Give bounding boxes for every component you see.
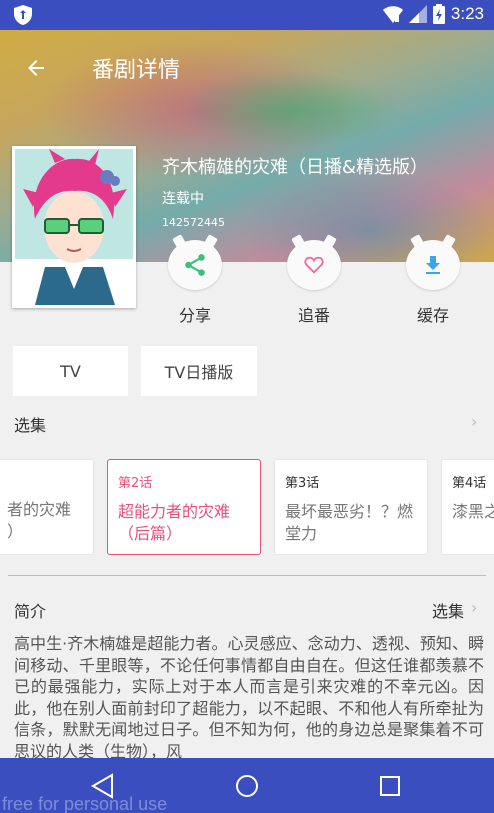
chevron-right-icon[interactable]: › [471,412,477,431]
clock: 3:23 [450,4,484,23]
shield-icon [14,5,32,25]
nav-recents-button[interactable] [374,770,406,802]
intro-title: 简介 [14,602,47,621]
download-button[interactable]: 缓存 [403,240,463,326]
episode-number: 第2话 [118,476,153,491]
episode-card[interactable]: 者的灾难 ） [0,459,94,555]
arrow-left-icon [28,60,44,76]
signal-icon [408,5,427,23]
episode-number: 第4话 [452,476,487,491]
anime-title: 齐木楠雄的灾难（日播&精选版） [162,157,429,178]
wifi-icon [382,6,403,23]
episode-card[interactable]: 第3话 最坏最恶劣！？燃 堂力 [274,459,428,555]
episode-name: 漆黑之 [452,502,494,521]
cover-illustration [15,149,133,305]
square-recents-icon [380,776,400,796]
status-bar: 3:23 [0,0,494,30]
episode-name: 者的灾难 ） [7,500,72,541]
share-icon [185,254,205,276]
nav-home-button[interactable] [231,770,263,802]
episode-list[interactable]: 者的灾难 ） 第2话 超能力者的灾难 （后篇） 第3话 最坏最恶劣！？燃 堂力 … [0,459,494,555]
battery-icon [432,4,445,24]
version-chip-tv[interactable]: TV [13,346,128,396]
watermark: free for personal use [2,794,168,813]
episode-name: 超能力者的灾难 （后篇） [118,502,231,543]
episode-card-active[interactable]: 第2话 超能力者的灾难 （后篇） [107,459,261,555]
episode-name: 最坏最恶劣！？燃 堂力 [285,502,414,543]
circle-home-icon [236,775,258,797]
airing-status: 连载中 [162,191,204,207]
version-chip-tv-daily[interactable]: TV日播版 [141,346,257,396]
intro-episodes-link[interactable]: 选集 [432,598,464,622]
follow-label: 追番 [297,306,330,325]
episode-number: 第3话 [285,476,320,491]
share-button[interactable]: 分享 [165,240,225,326]
back-button[interactable] [14,46,58,90]
download-label: 缓存 [416,306,449,325]
toolbar: 番剧详情 [0,30,494,104]
heart-icon [304,256,324,274]
follow-button[interactable]: 追番 [284,240,344,326]
share-label: 分享 [178,306,211,325]
intro-text: 高中生·齐木楠雄是超能力者。心灵感应、念动力、透视、预知、瞬间移动、千里眼等，不… [14,634,484,759]
anime-id: 142572445 [162,216,225,229]
anime-cover [12,146,136,308]
chevron-right-icon[interactable]: › [471,598,477,617]
download-icon [426,256,440,274]
episode-card[interactable]: 第4话 漆黑之 [441,459,494,555]
page-title: 番剧详情 [92,58,181,83]
divider [8,575,486,576]
episodes-title: 选集 [14,416,47,435]
